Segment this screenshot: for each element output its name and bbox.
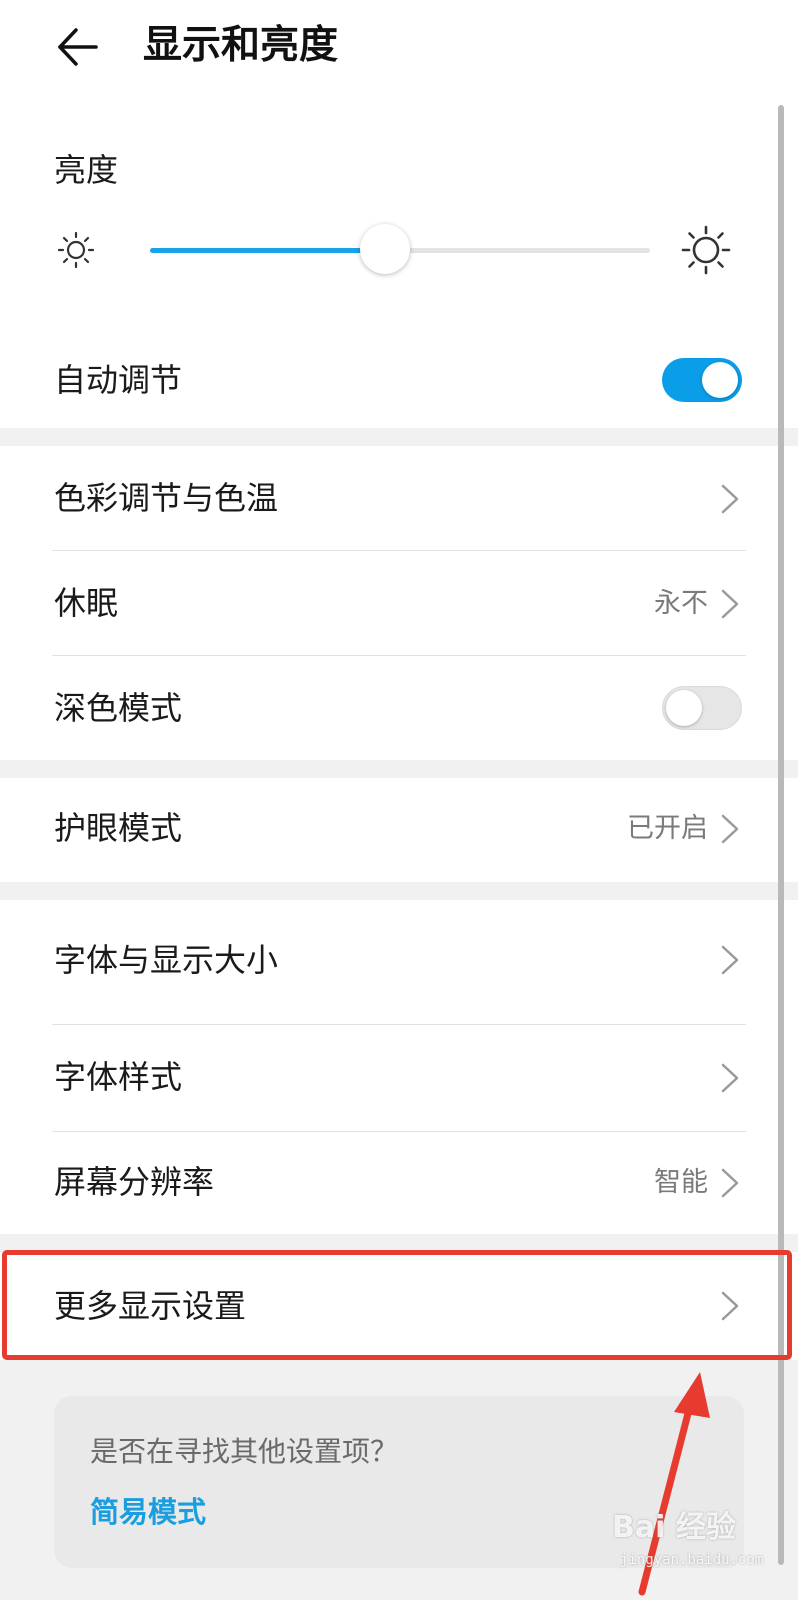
chevron-right-icon	[721, 945, 739, 975]
settings-screen: 显示和亮度 亮度 自动调节 色彩调节与色温 休眠 永不 深色模式 护眼模式 已开…	[0, 0, 798, 1600]
font-size-row[interactable]: 字体与显示大小	[0, 900, 798, 1014]
eye-comfort-value: 已开启	[627, 813, 708, 844]
row-label: 字体样式	[54, 1058, 183, 1096]
screen-resolution-row[interactable]: 屏幕分辨率 智能	[0, 1132, 798, 1234]
resolution-value: 智能	[654, 1167, 708, 1198]
back-button[interactable]	[52, 22, 102, 72]
row-label: 屏幕分辨率	[54, 1163, 215, 1201]
color-temperature-row[interactable]: 色彩调节与色温	[0, 446, 798, 550]
page-title: 显示和亮度	[143, 23, 339, 68]
row-label: 护眼模式	[54, 809, 183, 847]
dark-mode-toggle[interactable]	[662, 686, 742, 730]
simple-mode-link[interactable]: 简易模式	[90, 1492, 206, 1532]
chevron-right-icon	[721, 1168, 739, 1198]
toggle-knob	[702, 362, 738, 398]
slider-fill	[150, 248, 385, 253]
font-style-row[interactable]: 字体样式	[0, 1025, 798, 1131]
annotation-highlight-box	[2, 1250, 792, 1360]
chevron-right-icon	[721, 1063, 739, 1093]
eye-comfort-section: 护眼模式 已开启	[0, 778, 798, 882]
chevron-right-icon	[721, 484, 739, 514]
dark-mode-row: 深色模式	[0, 656, 798, 760]
back-arrow-icon	[58, 28, 98, 66]
sleep-row[interactable]: 休眠 永不	[0, 551, 798, 655]
row-label: 休眠	[54, 584, 119, 622]
help-question: 是否在寻找其他设置项？	[90, 1435, 399, 1468]
brightness-label: 亮度	[54, 151, 119, 189]
display-section: 色彩调节与色温 休眠 永不 深色模式	[0, 446, 798, 760]
toggle-knob	[666, 690, 702, 726]
row-label: 深色模式	[54, 689, 183, 727]
watermark-url: jingyan.baidu.com	[620, 1552, 764, 1568]
auto-brightness-label: 自动调节	[54, 361, 183, 399]
brightness-low-icon	[57, 231, 95, 269]
font-section: 字体与显示大小 字体样式 屏幕分辨率 智能	[0, 900, 798, 1234]
slider-thumb[interactable]	[360, 224, 410, 274]
brightness-slider[interactable]	[150, 224, 650, 274]
row-label: 色彩调节与色温	[54, 479, 279, 517]
auto-brightness-toggle[interactable]	[662, 358, 742, 402]
sleep-value: 永不	[654, 588, 708, 619]
row-label: 字体与显示大小	[54, 941, 279, 979]
chevron-right-icon	[721, 589, 739, 619]
chevron-right-icon	[721, 814, 739, 844]
brightness-high-icon	[681, 225, 731, 275]
header-bar: 显示和亮度	[0, 0, 798, 100]
eye-comfort-row[interactable]: 护眼模式 已开启	[0, 778, 798, 882]
watermark-logo: Bai 经验	[612, 1510, 736, 1545]
auto-brightness-row: 自动调节	[0, 340, 798, 420]
